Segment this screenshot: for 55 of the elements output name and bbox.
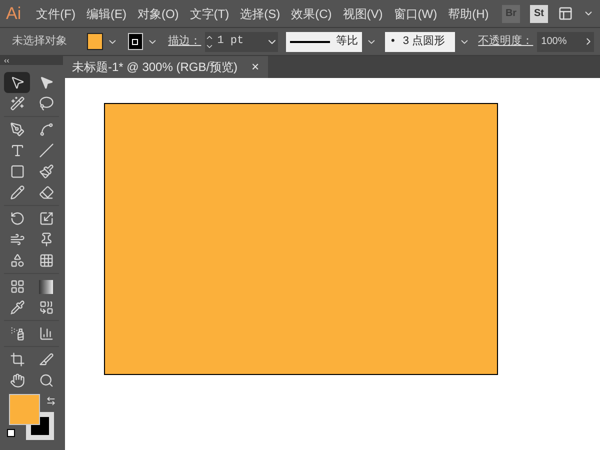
fill-color-swatch[interactable]: [8, 394, 40, 425]
shapes-icon: [10, 253, 24, 268]
menu-item[interactable]: 窗口(W): [388, 4, 442, 22]
scale-icon: [38, 211, 54, 226]
menu-item[interactable]: 文件(F): [31, 4, 80, 22]
lasso-icon: [38, 96, 54, 111]
menu-item[interactable]: 视图(V): [338, 4, 388, 22]
stroke-label: 描边：: [168, 34, 202, 50]
fill-swatch[interactable]: [87, 33, 103, 50]
selection-status: 未选择对象: [12, 34, 68, 50]
pointer-icon: [10, 75, 24, 90]
slice-icon: [38, 352, 54, 367]
brush-dropdown[interactable]: • 3 点圆形: [384, 32, 456, 52]
type-icon: [10, 143, 24, 158]
filled-pointer-icon: [38, 75, 54, 90]
square-icon: [10, 164, 24, 179]
swap-icon[interactable]: [46, 396, 56, 406]
stroke-profile-dropdown[interactable]: 等比: [286, 32, 362, 52]
hand-icon: [10, 373, 24, 388]
menu-item[interactable]: 编辑(E): [81, 4, 132, 22]
collapse-button[interactable]: ‹‹: [0, 56, 63, 65]
grid-icon: [38, 253, 54, 268]
close-button[interactable]: ×: [252, 57, 260, 77]
bar-chart-icon: [38, 326, 54, 341]
eraser-icon: [38, 185, 54, 200]
wind-icon: [10, 232, 24, 247]
search-icon: [38, 373, 54, 388]
opacity-field[interactable]: 100%: [537, 32, 594, 52]
stroke-weight-field[interactable]: 1 pt: [205, 32, 278, 52]
rotate-icon: [10, 211, 24, 226]
workspace-icon[interactable]: [558, 6, 573, 21]
brush-icon: [38, 164, 54, 179]
menu-item[interactable]: 帮助(H): [443, 4, 494, 22]
line-icon: [38, 143, 54, 158]
menu-item[interactable]: 文字(T): [184, 4, 234, 22]
wand-icon: [10, 96, 24, 111]
pen-icon: [10, 122, 24, 137]
crop-icon: [10, 352, 24, 367]
app-logo: Ai: [6, 2, 22, 25]
menu-item[interactable]: 对象(O): [132, 4, 184, 22]
pencil-icon: [10, 185, 24, 200]
opacity-label: 不透明度：: [478, 34, 534, 50]
eyedropper-icon: [10, 300, 24, 315]
default-colors-icon[interactable]: [6, 429, 14, 437]
menu-item[interactable]: 效果(C): [286, 4, 337, 22]
app-switch-button[interactable]: St: [530, 4, 548, 22]
document-title: 未标题-1* @ 300% (RGB/预览): [72, 59, 238, 76]
spray-icon: [10, 326, 24, 341]
tool-button[interactable]: [4, 72, 30, 93]
curve-icon: [38, 122, 54, 137]
menu-item[interactable]: 选择(S): [235, 4, 286, 22]
document-tab[interactable]: 未标题-1* @ 300% (RGB/预览) ×: [63, 56, 268, 78]
gradient-icon: [39, 280, 53, 294]
pin-icon: [38, 232, 54, 247]
stroke-swatch[interactable]: [128, 33, 144, 50]
